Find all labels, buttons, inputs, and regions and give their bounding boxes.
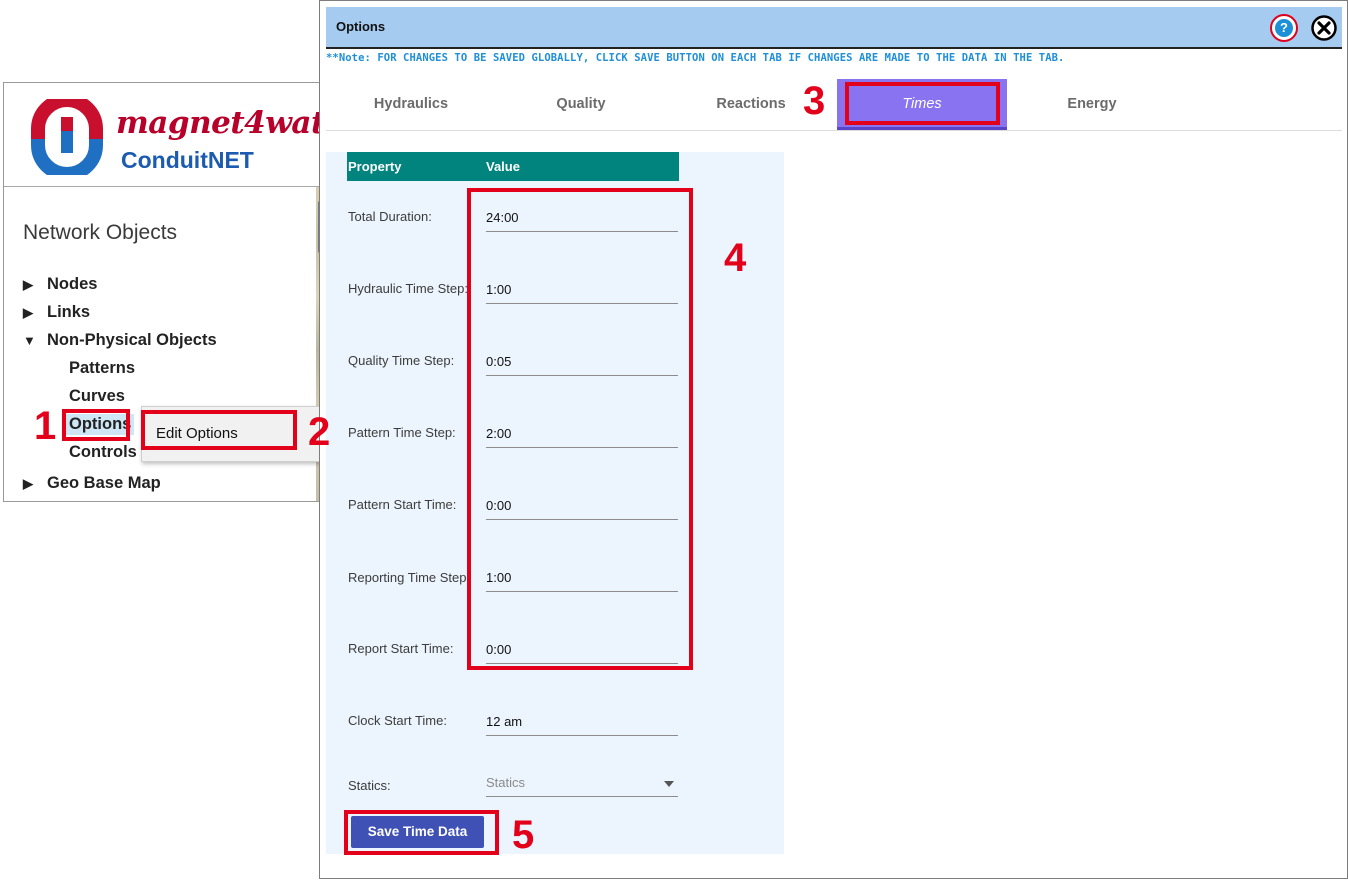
screenshot-stage: magnet4water ConduitNET Network Objects … — [0, 0, 1348, 895]
close-icon[interactable] — [1310, 14, 1338, 42]
tree-item-label: Nodes — [47, 275, 98, 293]
value-column-header: Value — [486, 159, 520, 174]
tree-item-curves[interactable]: Curves — [69, 387, 125, 406]
dialog-title: Options — [336, 19, 386, 34]
callout-box-save-button — [344, 810, 499, 855]
report-start-time-label: Report Start Time: — [348, 641, 454, 656]
dropdown-caret-icon — [664, 781, 674, 787]
product-name: ConduitNET — [121, 147, 254, 173]
help-icon: ? — [1275, 19, 1293, 37]
statics-label: Statics: — [348, 778, 391, 793]
section-title: Network Objects — [23, 221, 178, 244]
hydraulic-time-step-label: Hydraulic Time Step: — [348, 281, 468, 296]
statics-selected-value: Statics — [486, 775, 526, 790]
callout-box-times-tab — [845, 82, 1000, 125]
save-note: **Note: FOR CHANGES TO BE SAVED GLOBALLY… — [326, 52, 1065, 64]
statics-select[interactable]: Statics — [486, 773, 678, 797]
expand-arrow-icon[interactable]: ▶ — [23, 476, 47, 492]
property-column-header: Property — [348, 159, 402, 174]
quality-time-step-label: Quality Time Step: — [348, 353, 455, 368]
tree-item-geo-base-map[interactable]: ▶ Geo Base Map — [23, 474, 161, 493]
options-tabs: Hydraulics Quality Reactions Times Energ… — [326, 79, 1342, 131]
tab-energy[interactable]: Energy — [1007, 79, 1177, 130]
callout-number-5: 5 — [512, 813, 535, 857]
callout-box-options — [62, 409, 130, 441]
tree-item-label: Geo Base Map — [47, 474, 161, 492]
callout-box-edit-options — [141, 410, 297, 450]
tree-item-patterns[interactable]: Patterns — [69, 359, 135, 378]
tree-item-label: Non-Physical Objects — [47, 331, 217, 349]
dialog-header: Options ? — [326, 7, 1342, 49]
callout-number-2: 2 — [308, 410, 331, 454]
callout-number-3: 3 — [803, 79, 826, 123]
pattern-time-step-label: Pattern Time Step: — [348, 425, 456, 440]
help-button[interactable]: ? — [1270, 14, 1298, 42]
tree-item-non-physical-objects[interactable]: ▼ Non-Physical Objects — [23, 331, 217, 350]
tree-item-controls[interactable]: Controls — [69, 443, 137, 462]
tree-item-label: Links — [47, 303, 91, 321]
tree-item-links[interactable]: ▶ Links — [23, 303, 90, 322]
collapse-arrow-icon[interactable]: ▼ — [23, 333, 47, 348]
tab-quality[interactable]: Quality — [496, 79, 666, 130]
table-header: Property Value — [347, 152, 679, 181]
reporting-time-step-label: Reporting Time Step: — [348, 570, 471, 585]
callout-number-4: 4 — [724, 236, 747, 280]
magnet-logo-icon — [31, 99, 103, 175]
clock-start-time-input[interactable]: 12 am — [486, 712, 678, 736]
callout-box-time-values — [467, 188, 693, 670]
pattern-start-time-label: Pattern Start Time: — [348, 497, 457, 512]
expand-arrow-icon[interactable]: ▶ — [23, 305, 47, 321]
expand-arrow-icon[interactable]: ▶ — [23, 277, 47, 293]
total-duration-label: Total Duration: — [348, 209, 432, 224]
app-logo: magnet4water ConduitNET — [4, 83, 360, 187]
callout-number-1: 1 — [34, 404, 57, 448]
tree-item-nodes[interactable]: ▶ Nodes — [23, 275, 97, 294]
tab-hydraulics[interactable]: Hydraulics — [326, 79, 496, 130]
clock-start-time-label: Clock Start Time: — [348, 713, 447, 728]
